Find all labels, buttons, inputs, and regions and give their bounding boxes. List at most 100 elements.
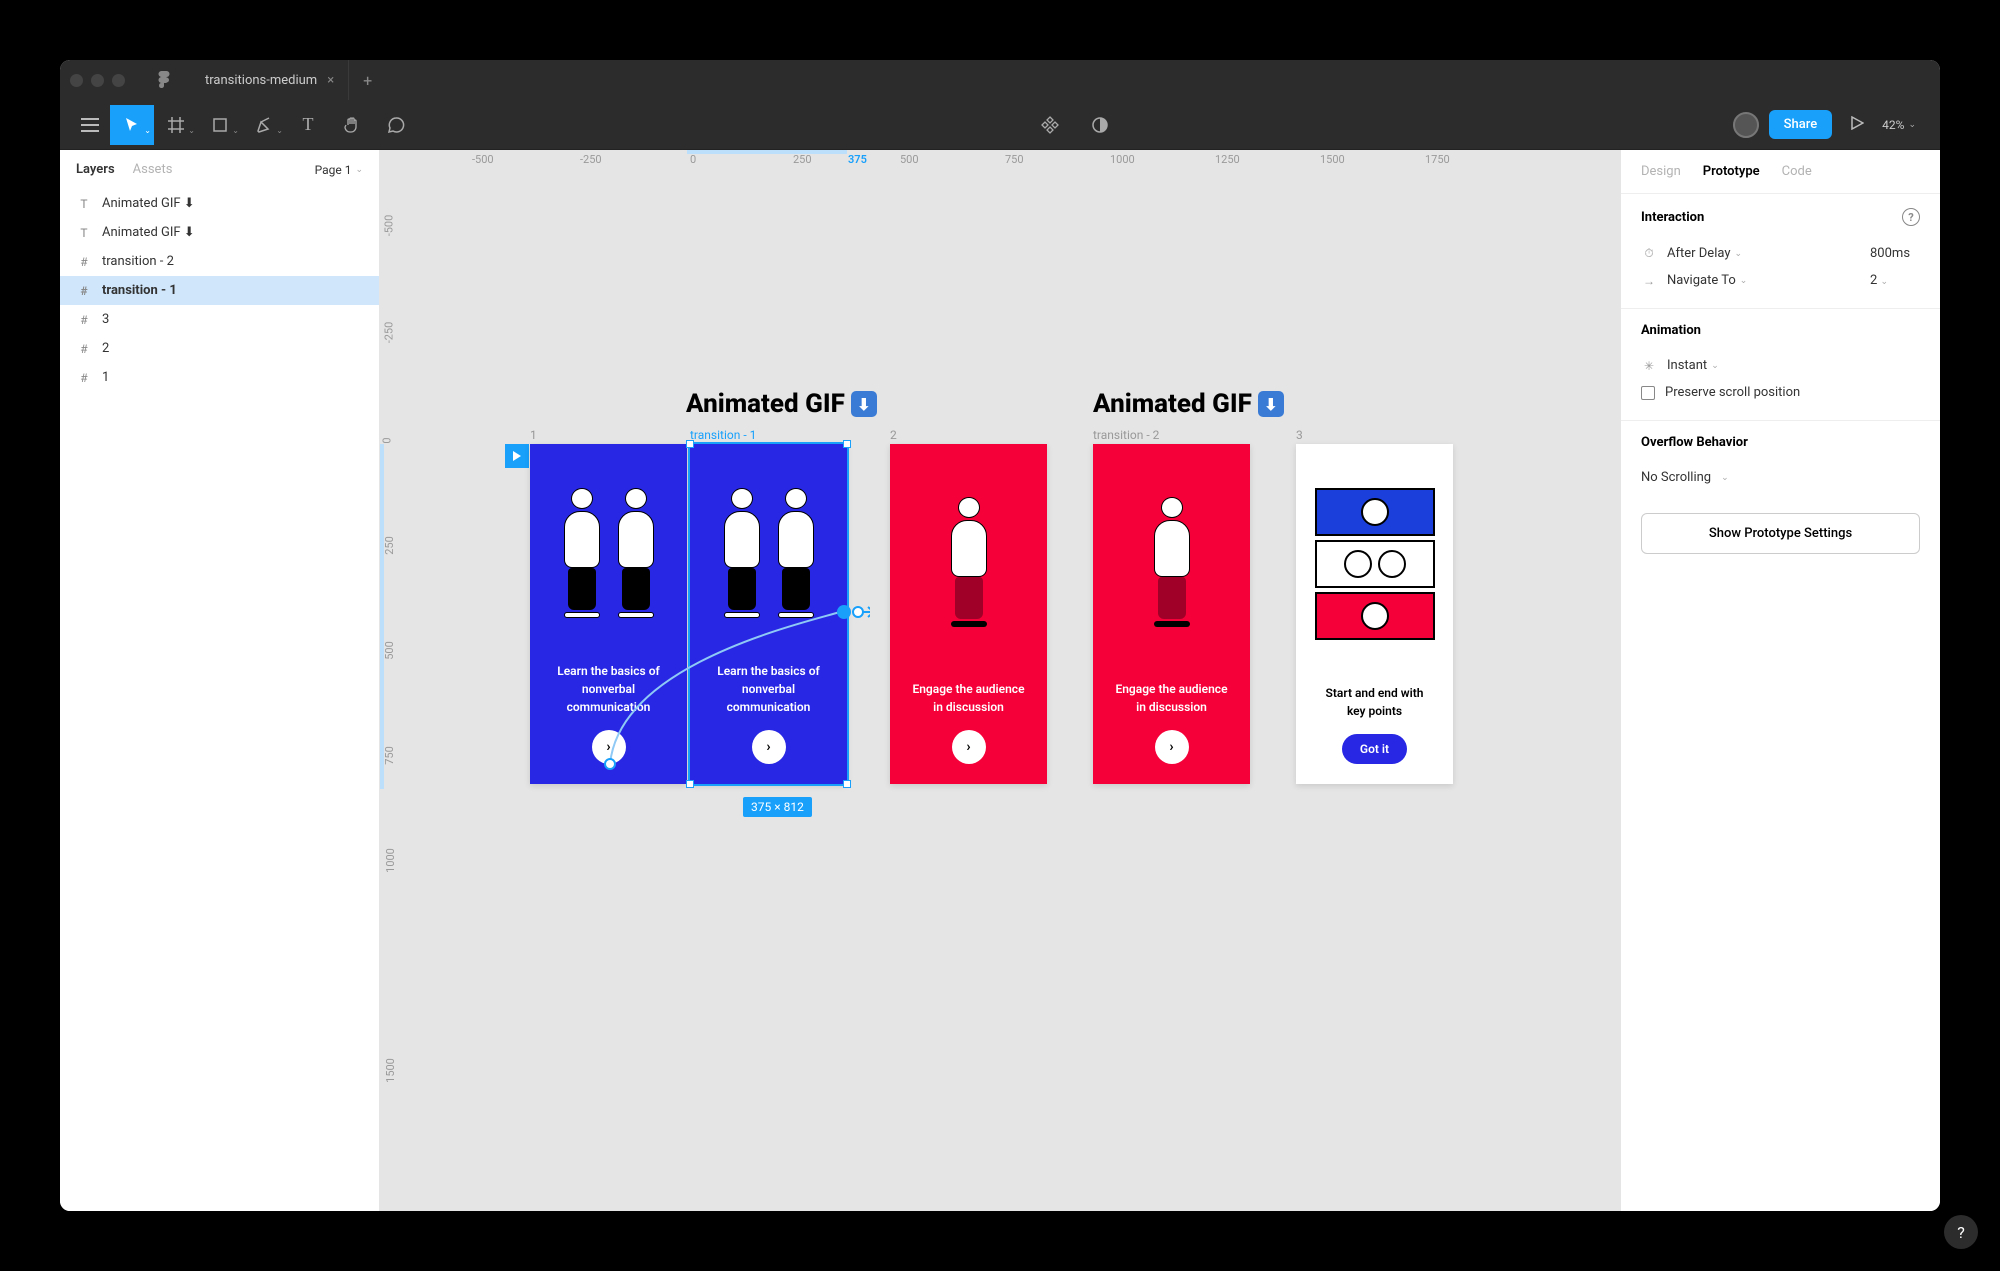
frame-transition-1[interactable]: Learn the basics ofnonverbal communicati… — [690, 444, 847, 784]
toolbar: ⌄ ⌄ ⌄ ⌄ T Shar — [60, 100, 1940, 150]
share-button[interactable]: Share — [1769, 110, 1833, 139]
ruler-tick: 1000 — [384, 848, 397, 873]
comment-tool[interactable] — [374, 105, 418, 145]
next-arrow-button[interactable]: › — [752, 730, 786, 764]
code-tab[interactable]: Code — [1782, 164, 1812, 179]
frame-icon: # — [76, 255, 92, 269]
delay-value[interactable]: 800ms — [1870, 246, 1920, 261]
close-tab-icon[interactable]: × — [327, 73, 334, 88]
layer-item[interactable]: #transition - 1 — [60, 276, 379, 305]
present-button[interactable] — [1842, 115, 1872, 134]
text-tool[interactable]: T — [286, 105, 330, 145]
frame-2[interactable]: Engage the audiencein discussion › — [890, 444, 1047, 784]
ruler-tick: 750 — [383, 746, 396, 765]
layer-item[interactable]: #3 — [60, 305, 379, 334]
checkbox-icon[interactable] — [1641, 386, 1655, 400]
figma-logo-icon[interactable] — [155, 71, 173, 89]
component-icon[interactable] — [1028, 105, 1072, 145]
frame-label[interactable]: 3 — [1296, 428, 1303, 442]
hand-tool[interactable] — [330, 105, 374, 145]
ruler-tick: -500 — [472, 153, 494, 166]
ruler-tick: 0 — [690, 153, 696, 166]
close-window-icon[interactable] — [70, 74, 83, 87]
frame-label[interactable]: transition - 2 — [1093, 428, 1159, 442]
left-panel-header: Layers Assets Page 1 ⌄ — [60, 150, 379, 189]
next-arrow-button[interactable]: › — [952, 730, 986, 764]
layer-item[interactable]: TAnimated GIF ⬇ — [60, 218, 379, 247]
app-window: transitions-medium × + ⌄ ⌄ ⌄ ⌄ T — [60, 60, 1940, 1211]
minimize-window-icon[interactable] — [91, 74, 104, 87]
illustration-two-people — [530, 444, 687, 662]
ruler-tick: 500 — [900, 153, 919, 166]
card-text: Start and end withkey points — [1312, 684, 1438, 720]
preserve-scroll-row[interactable]: Preserve scroll position — [1641, 379, 1920, 406]
animation-type-row[interactable]: ✳ Instant⌄ — [1641, 352, 1920, 379]
card-text: Engage the audiencein discussion — [1101, 680, 1241, 716]
got-it-button[interactable]: Got it — [1342, 734, 1407, 764]
frame-transition-2[interactable]: Engage the audiencein discussion › — [1093, 444, 1250, 784]
pen-tool[interactable]: ⌄ — [242, 105, 286, 145]
prototype-start-flag[interactable] — [505, 444, 529, 468]
zoom-dropdown[interactable]: 42% ⌄ — [1882, 118, 1930, 132]
next-arrow-button[interactable]: › — [592, 730, 626, 764]
ruler-tick: 500 — [383, 641, 396, 660]
frame-icon: # — [76, 371, 92, 385]
canvas-area[interactable]: -500 -250 0 250 375 500 750 1000 1250 15… — [380, 150, 1620, 1211]
overflow-value-row[interactable]: No Scrolling⌄ — [1641, 464, 1920, 491]
frame-label[interactable]: 2 — [890, 428, 897, 442]
layer-item[interactable]: TAnimated GIF ⬇ — [60, 189, 379, 218]
section-title: Interaction — [1641, 210, 1704, 225]
canvas-heading-2: Animated GIF ⬇ — [1093, 389, 1284, 419]
frame-label-selected[interactable]: transition - 1 — [690, 428, 756, 442]
shape-tool[interactable]: ⌄ — [198, 105, 242, 145]
trigger-row[interactable]: ⏱ After Delay⌄ 800ms — [1641, 240, 1920, 267]
new-tab-icon[interactable]: + — [363, 71, 372, 90]
card-text: Learn the basics ofnonverbal communicati… — [690, 662, 847, 716]
ruler-tick: 250 — [793, 153, 812, 166]
layer-label: 2 — [102, 341, 109, 356]
user-avatar[interactable] — [1733, 112, 1759, 138]
layer-item[interactable]: #1 — [60, 363, 379, 392]
layers-tab[interactable]: Layers — [76, 162, 115, 177]
layer-item[interactable]: #2 — [60, 334, 379, 363]
canvas[interactable]: Animated GIF ⬇ Animated GIF ⬇ 1 — [400, 174, 1620, 1211]
ruler-tick: 1500 — [384, 1058, 397, 1083]
canvas-heading-1: Animated GIF ⬇ — [686, 389, 877, 419]
ruler-tick: 1750 — [1425, 153, 1450, 166]
illustration-two-people — [690, 444, 847, 662]
frame-3[interactable]: Start and end withkey points Got it — [1296, 444, 1453, 784]
page-selector[interactable]: Page 1 ⌄ — [315, 163, 363, 177]
down-arrow-emoji-icon: ⬇ — [851, 391, 877, 417]
chevron-down-icon: ⌄ — [144, 126, 151, 135]
window-controls — [70, 74, 125, 87]
chevron-down-icon: ⌄ — [1721, 473, 1729, 483]
overflow-section: Overflow Behavior No Scrolling⌄ — [1621, 420, 1940, 505]
right-panel-tabs: Design Prototype Code — [1621, 150, 1940, 193]
section-title: Animation — [1641, 323, 1701, 338]
layer-label: transition - 2 — [102, 254, 174, 269]
animation-section: Animation ✳ Instant⌄ Preserve scroll pos… — [1621, 308, 1940, 420]
show-prototype-settings-button[interactable]: Show Prototype Settings — [1641, 513, 1920, 554]
frame-label[interactable]: 1 — [530, 428, 537, 442]
action-row[interactable]: → Navigate To⌄ 2 ⌄ — [1641, 267, 1920, 294]
design-tab[interactable]: Design — [1641, 164, 1681, 179]
assets-tab[interactable]: Assets — [133, 162, 173, 177]
mask-icon[interactable] — [1078, 105, 1122, 145]
ruler-tick: 1000 — [1110, 153, 1135, 166]
card-text: Engage the audiencein discussion — [898, 680, 1038, 716]
target-value[interactable]: 2 ⌄ — [1870, 273, 1920, 288]
file-tab[interactable]: transitions-medium × — [191, 60, 349, 100]
frame-tool[interactable]: ⌄ — [154, 105, 198, 145]
next-arrow-button[interactable]: › — [1155, 730, 1189, 764]
fullscreen-window-icon[interactable] — [112, 74, 125, 87]
menu-button[interactable] — [70, 105, 110, 145]
chevron-down-icon: ⌄ — [1711, 361, 1719, 371]
prototype-tab[interactable]: Prototype — [1703, 164, 1760, 179]
move-tool[interactable]: ⌄ — [110, 105, 154, 145]
info-icon[interactable]: ? — [1902, 208, 1920, 226]
ruler-tick: -250 — [382, 322, 395, 344]
frame-1[interactable]: Learn the basics ofnonverbal communicati… — [530, 444, 687, 784]
arrow-right-icon: → — [1641, 274, 1657, 288]
ruler-tick: -250 — [580, 153, 602, 166]
layer-item[interactable]: # transition - 2 — [60, 247, 379, 276]
